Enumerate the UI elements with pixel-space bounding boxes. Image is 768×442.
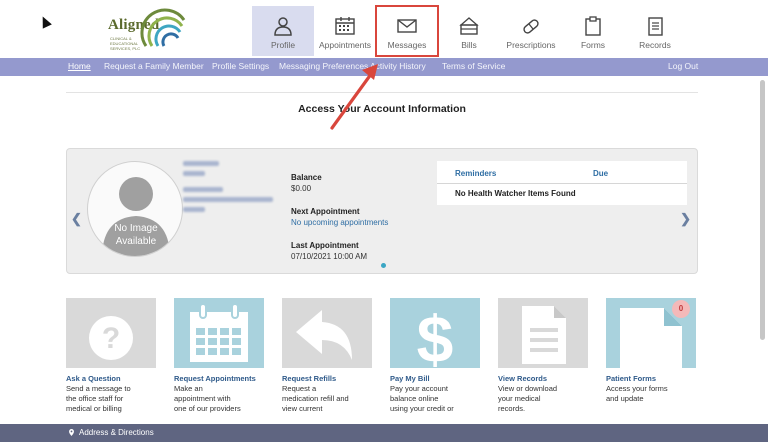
map-pin-icon — [69, 429, 74, 436]
sub-nav-terms[interactable]: Terms of Service — [442, 61, 505, 71]
nav-messages[interactable]: Messages — [375, 5, 439, 57]
tile-image — [282, 298, 372, 368]
nav-records[interactable]: Records — [624, 6, 686, 56]
tile-view-records[interactable]: View Records View or download your medica… — [498, 298, 588, 414]
nav-label: Bills — [461, 40, 477, 50]
tile-request-refills[interactable]: Request Refills Request a medication refi… — [282, 298, 372, 414]
sub-nav-request-family[interactable]: Request a Family Member — [104, 61, 204, 71]
tile-patient-forms[interactable]: 0 Patient Forms Access your forms and upd… — [606, 298, 696, 404]
last-appointment-label: Last Appointment — [291, 241, 359, 250]
due-header: Due — [593, 169, 609, 178]
no-image-text: No Image Available — [114, 223, 158, 247]
page-scrollbar[interactable] — [760, 80, 765, 340]
annotation-arrow-icon — [330, 64, 378, 130]
address-directions-link[interactable]: Address & Directions — [68, 428, 154, 437]
nav-label: Appointments — [319, 40, 371, 50]
wallet-icon — [459, 17, 479, 35]
reply-arrow-icon — [296, 310, 352, 360]
last-appointment-value: 07/10/2021 10:00 AM — [291, 252, 368, 261]
nav-label: Messages — [387, 40, 427, 50]
envelope-icon — [397, 19, 417, 33]
svg-text:$: $ — [417, 302, 454, 368]
nav-label: Records — [639, 40, 671, 50]
nav-appointments[interactable]: Appointments — [314, 6, 376, 56]
patient-id-redacted — [183, 171, 205, 176]
tile-title: Request Appointments — [174, 374, 256, 383]
reminders-divider — [437, 183, 687, 184]
document-icon — [522, 306, 566, 364]
sub-nav-home[interactable]: Home — [68, 61, 91, 71]
top-header: Aligned Clinical & Educational Services,… — [0, 0, 768, 58]
document-icon — [648, 17, 663, 36]
nav-label: Prescriptions — [506, 40, 556, 50]
tile-title: Request Refills — [282, 374, 337, 383]
tile-image — [174, 298, 264, 368]
tile-image: $ — [390, 298, 480, 368]
tile-description: Access your forms and update — [606, 384, 668, 403]
next-appointment-value[interactable]: No upcoming appointments — [291, 218, 388, 227]
footer-bar: Address & Directions — [0, 424, 768, 442]
reminders-empty-text: No Health Watcher Items Found — [455, 189, 576, 198]
address-line3-redacted — [183, 207, 205, 212]
dollar-sign-icon: $ — [417, 302, 454, 368]
tile-ask-question[interactable]: ? Ask a Question Send a message to the of… — [66, 298, 156, 414]
balance-label: Balance — [291, 173, 322, 182]
calendar-icon — [335, 17, 355, 35]
patient-name-redacted — [183, 161, 219, 166]
carousel-indicator-dot[interactable] — [381, 263, 386, 268]
nav-forms[interactable]: Forms — [562, 6, 624, 56]
next-appointment-label: Next Appointment — [291, 207, 360, 216]
svg-text:?: ? — [102, 322, 120, 355]
person-icon — [274, 17, 292, 36]
tile-description: Request a medication refill and view curre… — [282, 384, 349, 413]
address-directions-text: Address & Directions — [79, 428, 154, 437]
tile-title: Patient Forms — [606, 374, 657, 383]
reminders-table: Reminders Due No Health Watcher Items Fo… — [437, 161, 687, 205]
sub-nav-profile-settings[interactable]: Profile Settings — [212, 61, 269, 71]
address-line2-redacted — [183, 197, 273, 202]
tile-image: 0 — [606, 298, 696, 368]
tile-title: View Records — [498, 374, 548, 383]
tile-description: View or download your medical records. — [498, 384, 558, 413]
forms-count-badge: 0 — [672, 300, 690, 318]
sub-nav-logout[interactable]: Log Out — [668, 61, 698, 71]
tile-description: Make an appointment with one of our provid… — [174, 384, 241, 413]
question-mark-icon: ? — [89, 316, 133, 360]
nav-label: Forms — [580, 40, 606, 50]
nav-prescriptions[interactable]: Prescriptions — [500, 6, 562, 56]
profile-card: ❮ ❯ No Image Available Balance $0.00 Nex… — [66, 148, 698, 274]
address-line1-redacted — [183, 187, 223, 192]
tile-title: Pay My Bill — [390, 374, 430, 383]
tile-description: Pay your account balance online using your… — [390, 384, 454, 413]
tile-image — [498, 298, 588, 368]
balance-value: $0.00 — [291, 184, 312, 193]
tile-title: Ask a Question — [66, 374, 121, 383]
nav-label: Profile — [270, 40, 296, 50]
pill-icon — [523, 19, 539, 34]
avatar: No Image Available — [87, 161, 183, 257]
tile-pay-bill[interactable]: $ Pay My Bill Pay your account balance on… — [390, 298, 480, 414]
carousel-next-icon[interactable]: ❯ — [680, 211, 691, 227]
calendar-icon — [190, 303, 248, 362]
reminders-header: Reminders — [455, 169, 497, 178]
tile-image: ? — [66, 298, 156, 368]
carousel-prev-icon[interactable]: ❮ — [71, 211, 82, 227]
clipboard-icon — [585, 16, 601, 36]
tile-request-appointments[interactable]: Request Appointments Make an appointment … — [174, 298, 264, 414]
nav-bills[interactable]: Bills — [438, 6, 500, 56]
tile-description: Send a message to the office staff for med… — [66, 384, 131, 413]
mouse-cursor-icon — [38, 14, 52, 29]
top-nav: Profile Appointments Messages Bills Pres… — [252, 5, 686, 57]
logo-fan-icon — [140, 8, 186, 47]
nav-profile[interactable]: Profile — [252, 6, 314, 56]
